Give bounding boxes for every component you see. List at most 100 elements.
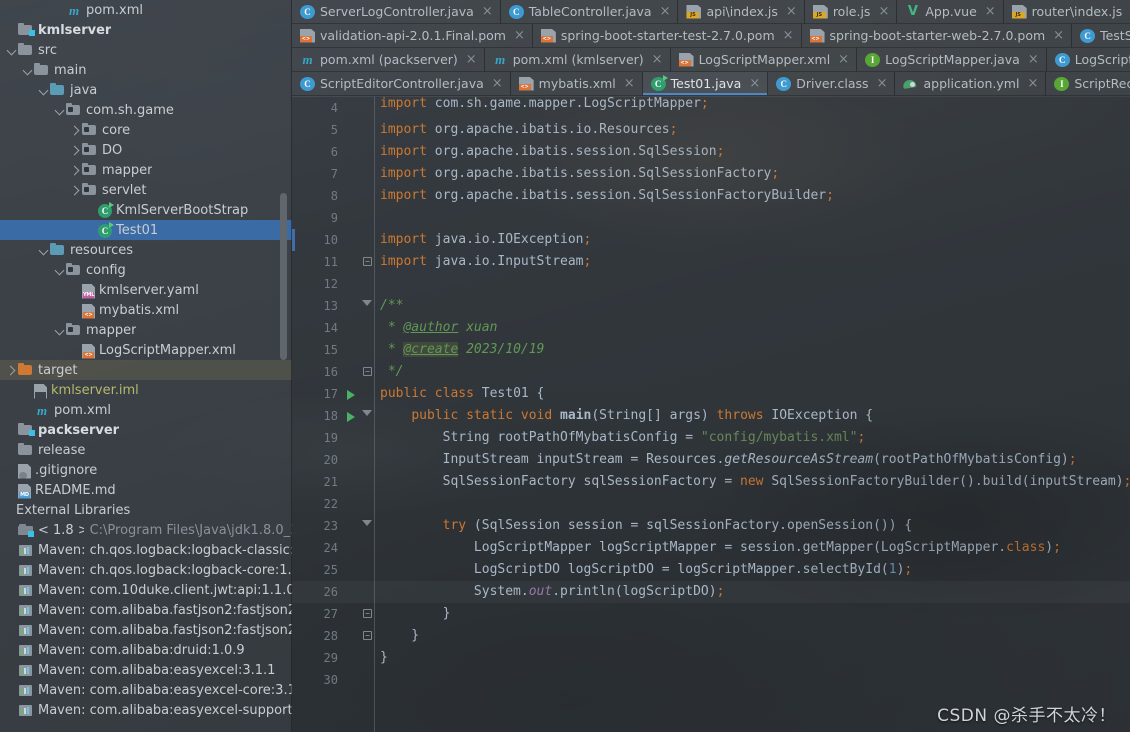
tree-row[interactable]: External Libraries	[0, 500, 292, 520]
editor-tab[interactable]: <> spring-boot-starter-test-2.7.0.pom ×	[532, 24, 802, 48]
tree-row[interactable]: Maven: ch.qos.logback:logback-core:1.2.1…	[0, 560, 292, 580]
close-icon[interactable]: ×	[1027, 77, 1038, 90]
tree-row[interactable]: DO	[0, 140, 292, 160]
tree-row[interactable]: <> mybatis.xml	[0, 300, 292, 320]
close-icon[interactable]: ×	[652, 53, 663, 66]
close-icon[interactable]: ×	[838, 53, 849, 66]
tree-row[interactable]: Maven: com.alibaba:easyexcel-core:3.1.1	[0, 680, 292, 700]
editor-tab[interactable]: C TableController.java ×	[500, 0, 679, 24]
close-icon[interactable]: ×	[1053, 29, 1064, 42]
chevron-down-icon[interactable]	[36, 80, 50, 100]
editor-tab[interactable]: C ServerLogController.java ×	[292, 0, 501, 24]
fold-expanded-icon[interactable]	[362, 520, 372, 530]
close-icon[interactable]: ×	[783, 29, 794, 42]
editor-tab[interactable]: application.yml ×	[895, 72, 1047, 96]
tree-row[interactable]: src	[0, 40, 292, 60]
tree-row[interactable]: java	[0, 80, 292, 100]
tree-row[interactable]: Maven: com.alibaba:druid:1.0.9	[0, 640, 292, 660]
tree-row[interactable]: m pom.xml	[0, 0, 292, 20]
tree-row[interactable]: main	[0, 60, 292, 80]
project-tree[interactable]: m pom.xml kmlserver src main java com.sh.game c…	[0, 0, 292, 720]
fold-collapse-icon[interactable]: −	[363, 609, 372, 618]
sidebar-scrollbar[interactable]	[280, 193, 287, 360]
tree-row[interactable]: release	[0, 440, 292, 460]
editor-tab[interactable]: I LogScriptMapper.java ×	[857, 48, 1047, 72]
tree-row[interactable]: < 1.8 > C:\Program Files\Java\jdk1.8.0_2…	[0, 520, 292, 540]
close-icon[interactable]: ×	[786, 5, 797, 18]
editor-tab[interactable]: <> spring-boot-starter-web-2.7.0.pom ×	[801, 24, 1073, 48]
chevron-down-icon[interactable]	[36, 240, 50, 260]
chevron-down-icon[interactable]	[20, 60, 34, 80]
chevron-down-icon[interactable]	[52, 320, 66, 340]
project-tool-window[interactable]: m pom.xml kmlserver src main java com.sh.game c…	[0, 0, 292, 732]
tree-row[interactable]: config	[0, 260, 292, 280]
close-icon[interactable]: ×	[624, 77, 635, 90]
tree-row[interactable]: m pom.xml	[0, 400, 292, 420]
close-icon[interactable]: ×	[660, 5, 671, 18]
close-icon[interactable]: ×	[482, 5, 493, 18]
tree-row[interactable]: resources	[0, 240, 292, 260]
chevron-down-icon[interactable]	[52, 100, 66, 120]
fold-expanded-icon[interactable]	[362, 410, 372, 420]
fold-collapse-icon[interactable]: −	[363, 631, 372, 640]
editor-tab[interactable]: JS api\index.js ×	[678, 0, 805, 24]
close-icon[interactable]: ×	[1028, 53, 1039, 66]
code-editor[interactable]: 4 import com.sh.game.mapper.LogScriptMapp…	[292, 97, 1130, 732]
tree-row[interactable]: <> LogScriptMapper.xml	[0, 340, 292, 360]
editor-tab[interactable]: V App.vue ×	[897, 0, 1004, 24]
tree-row[interactable]: core	[0, 120, 292, 140]
editor-tab[interactable]: C ScriptEditorController.java ×	[292, 72, 511, 96]
editor-tab[interactable]: <> LogScriptMapper.xml ×	[670, 48, 858, 72]
chevron-right-icon[interactable]	[68, 160, 82, 180]
tree-row[interactable]: .gitignore	[0, 460, 292, 480]
editor-tab[interactable]: I ScriptRecordService.ja	[1046, 72, 1130, 96]
editor-tab[interactable]: m pom.xml (packserver) ×	[292, 48, 485, 72]
tree-row[interactable]: packserver	[0, 420, 292, 440]
close-icon[interactable]: ×	[466, 53, 477, 66]
close-icon[interactable]: ×	[877, 77, 888, 90]
tree-row[interactable]: Maven: com.alibaba.fastjson2:fastjson2-e…	[0, 620, 292, 640]
editor-tab-active[interactable]: C Test01.java ×	[642, 72, 769, 96]
tree-row[interactable]: kmlserver.iml	[0, 380, 292, 400]
editor-tab[interactable]: C Driver.class ×	[768, 72, 896, 96]
tree-row[interactable]: com.sh.game	[0, 100, 292, 120]
tree-row[interactable]: mapper	[0, 160, 292, 180]
tree-row[interactable]: C KmlServerBootStrap	[0, 200, 292, 220]
tree-row[interactable]: Maven: com.alibaba:easyexcel-support:3.1…	[0, 700, 292, 720]
tree-row[interactable]: C Test01	[0, 220, 292, 240]
fold-expanded-icon[interactable]	[362, 300, 372, 310]
tree-row[interactable]: mapper	[0, 320, 292, 340]
chevron-right-icon[interactable]	[68, 140, 82, 160]
tree-row[interactable]: MD README.md	[0, 480, 292, 500]
tree-row[interactable]: Maven: com.alibaba:easyexcel:3.1.1	[0, 660, 292, 680]
editor-tab[interactable]: JSrouter\index.js×	[1003, 0, 1130, 24]
editor-tab[interactable]: m pom.xml (kmlserver) ×	[484, 48, 671, 72]
close-icon[interactable]: ×	[492, 77, 503, 90]
editor-tab[interactable]: <> mybatis.xml ×	[510, 72, 643, 96]
editor-tab[interactable]: <> validation-api-2.0.1.Final.pom ×	[292, 24, 533, 48]
tree-row[interactable]: servlet	[0, 180, 292, 200]
chevron-right-icon[interactable]	[68, 180, 82, 200]
tree-row[interactable]: Maven: com.10duke.client.jwt:api:1.1.0	[0, 580, 292, 600]
fold-collapse-icon[interactable]: −	[363, 367, 372, 376]
code-lines[interactable]: 4 import com.sh.game.mapper.LogScriptMapp…	[292, 97, 1130, 691]
chevron-down-icon[interactable]	[52, 260, 66, 280]
close-icon[interactable]: ×	[878, 5, 889, 18]
tree-row[interactable]: target	[0, 360, 292, 380]
chevron-down-icon[interactable]	[4, 40, 18, 60]
fold-collapse-icon[interactable]: −	[363, 257, 372, 266]
editor-tab[interactable]: C TestServlet.java	[1072, 24, 1130, 48]
run-gutter-icon[interactable]	[347, 412, 355, 422]
chevron-right-icon[interactable]	[4, 360, 18, 380]
tree-row[interactable]: Maven: com.alibaba.fastjson2:fastjson2:2…	[0, 600, 292, 620]
close-icon[interactable]: ×	[749, 77, 760, 90]
editor-tab-bar[interactable]: C ServerLogController.java × C TableControll…	[292, 0, 1130, 97]
close-icon[interactable]: ×	[985, 5, 996, 18]
run-gutter-icon[interactable]	[347, 390, 355, 400]
editor-tab[interactable]: JS role.js ×	[804, 0, 898, 24]
tree-row[interactable]: kmlserver	[0, 20, 292, 40]
tree-row[interactable]: Maven: ch.qos.logback:logback-classic:1.…	[0, 540, 292, 560]
close-icon[interactable]: ×	[514, 29, 525, 42]
editor-tab[interactable]: CLogScriptDO.java×	[1046, 48, 1130, 72]
tree-row[interactable]: YML kmlserver.yaml	[0, 280, 292, 300]
